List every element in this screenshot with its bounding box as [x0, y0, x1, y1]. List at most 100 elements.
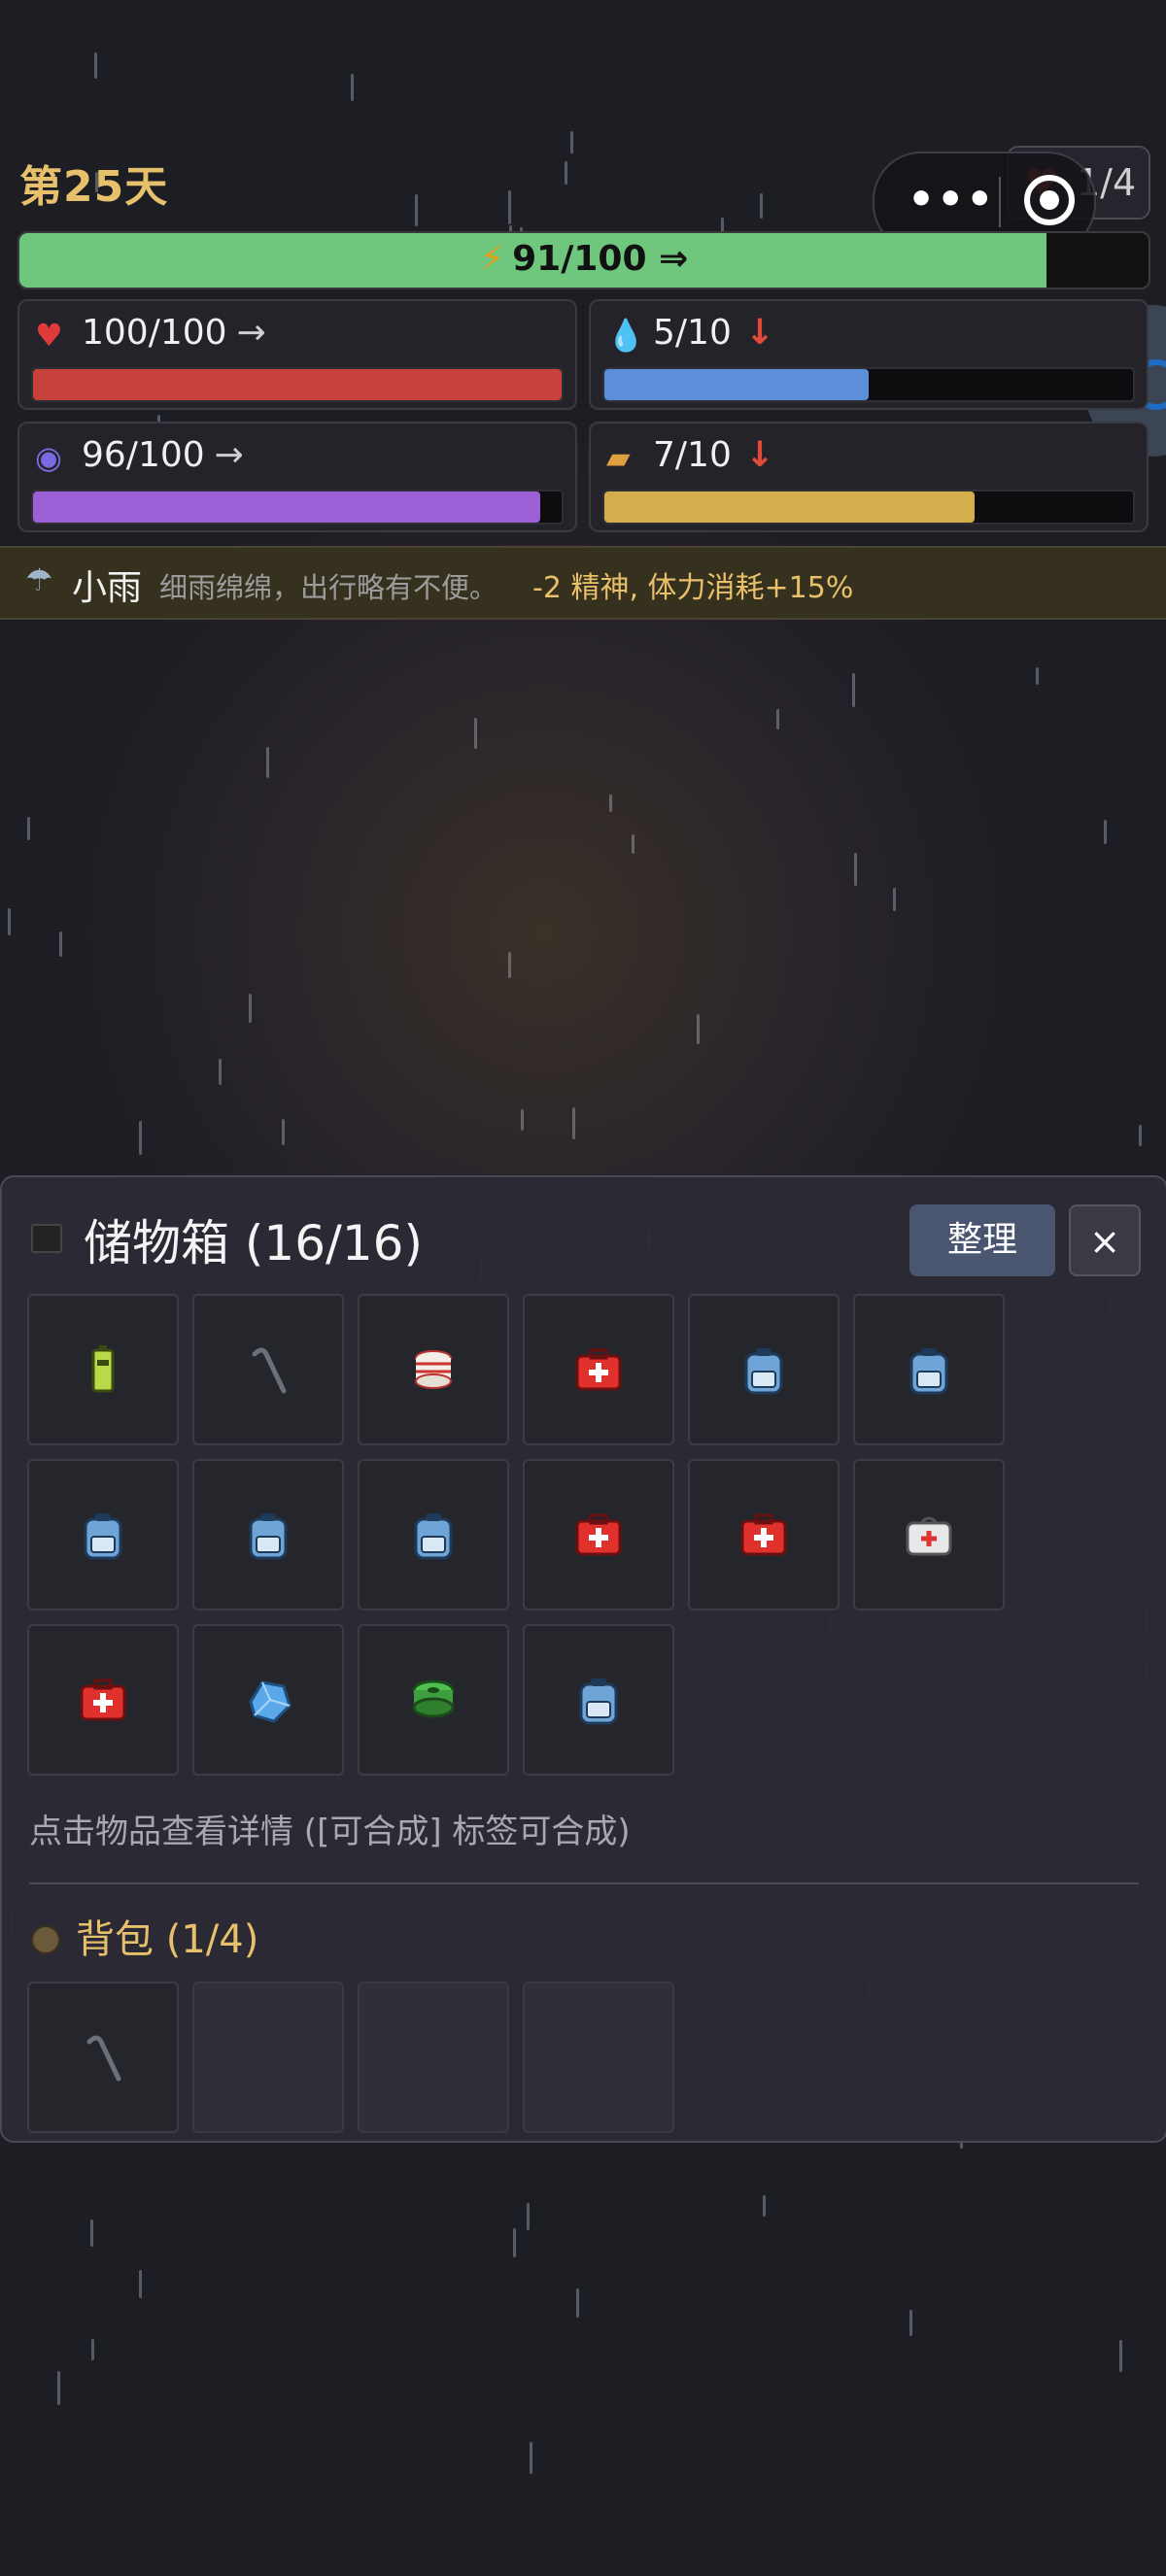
raindrop — [91, 2339, 94, 2360]
blue-crystal-icon — [249, 1680, 292, 1723]
item-slot[interactable] — [27, 1982, 179, 2133]
backpack-icon — [909, 1348, 948, 1395]
raindrop — [572, 1107, 575, 1139]
item-slot[interactable] — [27, 1459, 179, 1610]
empty-slot[interactable] — [192, 1982, 344, 2133]
stat-spirit: ◉ 96/100 → — [17, 422, 577, 532]
energy-value: 91/100 ⇒ — [512, 239, 689, 279]
crowbar-icon — [252, 1347, 287, 1394]
raindrop — [632, 834, 634, 854]
raindrop — [1139, 1125, 1142, 1146]
lightning-icon: ⚡ — [479, 239, 505, 279]
capsule-separator — [999, 177, 1001, 227]
item-slot[interactable] — [358, 1624, 509, 1776]
weather-name: 小雨 — [72, 568, 143, 608]
chest-icon — [31, 1224, 62, 1253]
energy-label: ⚡ 91/100 ⇒ — [19, 239, 1149, 279]
raindrop — [415, 194, 418, 226]
raindrop — [760, 193, 763, 219]
crowbar-icon — [86, 2035, 121, 2082]
spirit-value: 96/100 → — [82, 435, 244, 475]
more-icon[interactable]: ••• — [908, 175, 995, 224]
raindrop — [1036, 667, 1039, 685]
raindrop — [94, 52, 97, 79]
raindrop — [854, 853, 857, 886]
empty-slot[interactable] — [358, 1982, 509, 2133]
stat-water: 💧 5/10 ↓ — [589, 299, 1149, 410]
item-slot[interactable] — [192, 1459, 344, 1610]
raindrop — [576, 2288, 579, 2318]
item-slot[interactable] — [853, 1459, 1005, 1610]
first-aid-kit-icon — [80, 1678, 126, 1721]
raindrop — [266, 747, 269, 778]
raindrop — [521, 1109, 524, 1131]
raindrop — [513, 2228, 516, 2257]
raindrop — [90, 2220, 93, 2247]
item-slot[interactable] — [523, 1459, 674, 1610]
raindrop — [776, 709, 779, 729]
rain-cloud-icon: ☂ — [25, 561, 53, 598]
first-aid-kit-icon — [575, 1348, 622, 1391]
first-aid-kit-icon — [575, 1513, 622, 1556]
green-spool-icon — [412, 1679, 455, 1718]
weather-effect: -2 精神, 体力消耗+15% — [532, 571, 854, 605]
item-slot[interactable] — [688, 1459, 840, 1610]
food-bar — [602, 490, 1135, 525]
battery-icon — [91, 1345, 115, 1393]
spirit-bar — [31, 490, 564, 525]
water-value: 5/10 ↓ — [653, 313, 775, 353]
empty-slot[interactable] — [523, 1982, 674, 2133]
stat-health: ♥ 100/100 → — [17, 299, 577, 410]
day-counter: 第25天 — [19, 162, 169, 212]
bandage-roll-icon — [415, 1350, 452, 1389]
divider — [29, 1882, 1139, 1884]
item-slot[interactable] — [27, 1294, 179, 1445]
sort-button[interactable]: 整理 — [909, 1204, 1055, 1276]
weather-description: 细雨绵绵，出行略有不便。 — [159, 571, 498, 604]
raindrop — [530, 2442, 532, 2474]
item-slot[interactable] — [192, 1624, 344, 1776]
raindrop — [8, 908, 11, 935]
raindrop — [59, 932, 62, 957]
item-slot[interactable] — [27, 1624, 179, 1776]
close-miniprogram-icon[interactable] — [1024, 175, 1075, 225]
stat-food: ▰ 7/10 ↓ — [589, 422, 1149, 532]
item-slot[interactable] — [192, 1294, 344, 1445]
item-slot[interactable] — [688, 1294, 840, 1445]
medical-bag-icon — [906, 1516, 952, 1556]
item-slot[interactable] — [358, 1459, 509, 1610]
food-value: 7/10 ↓ — [653, 435, 775, 475]
item-slot[interactable] — [853, 1294, 1005, 1445]
backpack-title: 背包 (1/4) — [76, 1917, 259, 1962]
backpack-small-icon — [31, 1925, 60, 1954]
raindrop — [1104, 820, 1107, 844]
backpack-icon — [579, 1678, 618, 1725]
bread-icon: ▰ — [606, 439, 631, 476]
raindrop — [570, 131, 573, 153]
raindrop — [565, 161, 567, 185]
item-slot[interactable] — [523, 1624, 674, 1776]
storage-title: 储物箱 (16/16) — [84, 1215, 423, 1271]
storage-panel: 储物箱 (16/16) 整理 × 点击物品查看详情 ([可合成] 标签可合成) … — [0, 1175, 1166, 2143]
heart-icon: ♥ — [35, 317, 63, 354]
raindrop — [893, 888, 896, 911]
raindrop — [219, 1059, 222, 1085]
raindrop — [508, 952, 511, 978]
raindrop — [763, 2195, 766, 2217]
backpack-icon — [744, 1348, 783, 1395]
backpack-icon — [84, 1513, 122, 1560]
raindrop — [474, 718, 477, 749]
item-slot[interactable] — [523, 1294, 674, 1445]
hint-text: 点击物品查看详情 ([可合成] 标签可合成) — [29, 1813, 631, 1851]
orb-icon: ◉ — [35, 439, 62, 476]
close-button[interactable]: × — [1069, 1204, 1141, 1276]
item-slot[interactable] — [358, 1294, 509, 1445]
raindrop — [351, 74, 354, 101]
first-aid-kit-icon — [740, 1513, 787, 1556]
raindrop — [139, 2270, 142, 2298]
game-screen: 第25天 ♥ 1/4 ••• ⚡91/100 ⇒ ♥ 100/100→ 💧 5/… — [0, 0, 1166, 2576]
raindrop — [852, 673, 855, 707]
raindrop — [909, 2310, 912, 2336]
raindrop — [508, 190, 511, 224]
raindrop — [249, 994, 252, 1023]
